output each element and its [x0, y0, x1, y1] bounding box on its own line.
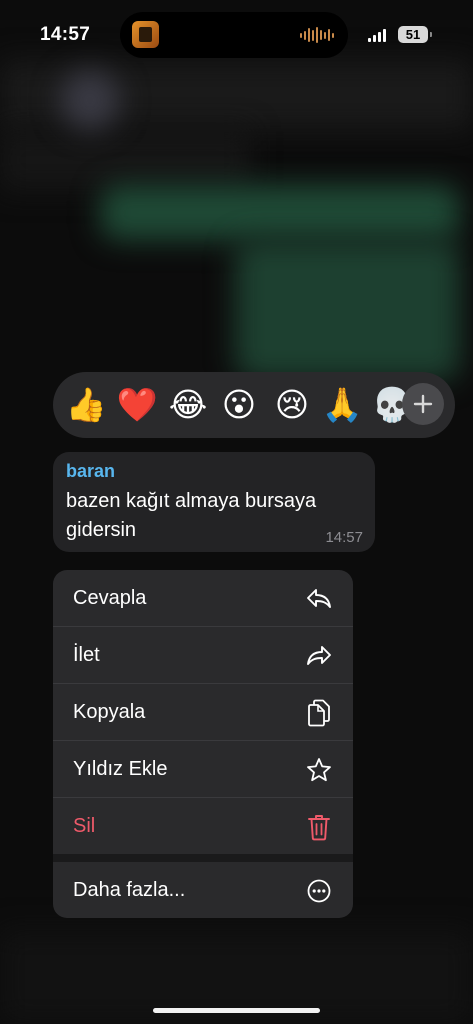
- now-playing-app-icon: [132, 21, 159, 48]
- menu-item-label: Sil: [73, 815, 96, 837]
- cellular-signal-icon: [368, 29, 386, 42]
- reaction-surprised[interactable]: 😮: [218, 386, 260, 424]
- context-menu: Cevapla İlet Kopyala Yıldız Ekle Sil Dah…: [53, 570, 353, 918]
- menu-item-delete[interactable]: Sil: [53, 798, 353, 855]
- menu-item-copy[interactable]: Kopyala: [53, 684, 353, 741]
- menu-item-label: Cevapla: [73, 587, 147, 609]
- status-bar: 14:57 51: [0, 0, 473, 70]
- reaction-heart[interactable]: ❤️: [116, 386, 158, 424]
- message-sender: baran: [66, 461, 116, 481]
- dynamic-island[interactable]: [120, 12, 348, 58]
- battery-icon: 51: [398, 26, 432, 43]
- reaction-crying[interactable]: 😢: [271, 386, 313, 424]
- more-reactions-button[interactable]: [402, 383, 444, 425]
- reaction-pray[interactable]: 🙏: [321, 386, 363, 424]
- menu-item-forward[interactable]: İlet: [53, 627, 353, 684]
- menu-item-star[interactable]: Yıldız Ekle: [53, 741, 353, 798]
- audio-waveform-icon: [300, 27, 334, 43]
- menu-item-label: İlet: [73, 644, 100, 666]
- trash-icon: [305, 813, 333, 841]
- home-indicator[interactable]: [153, 1008, 320, 1013]
- menu-item-more[interactable]: Daha fazla...: [53, 862, 353, 918]
- menu-item-reply[interactable]: Cevapla: [53, 570, 353, 627]
- menu-separator: [53, 854, 353, 862]
- copy-icon: [305, 699, 333, 727]
- reaction-laughing[interactable]: 😂: [167, 386, 209, 424]
- message-bubble[interactable]: baran bazen kağıt almaya bursaya gidersi…: [53, 452, 375, 552]
- plus-icon: [413, 394, 433, 414]
- menu-item-label: Kopyala: [73, 701, 146, 723]
- battery-level: 51: [405, 27, 421, 42]
- menu-item-label: Daha fazla...: [73, 879, 186, 901]
- forward-icon: [305, 642, 333, 670]
- status-time: 14:57: [40, 24, 91, 45]
- more-icon: [305, 877, 333, 905]
- menu-item-label: Yıldız Ekle: [73, 758, 168, 780]
- message-timestamp: 14:57: [325, 529, 363, 546]
- message-text: bazen kağıt almaya bursaya gidersin: [66, 490, 317, 541]
- reaction-thumbs-up[interactable]: 👍: [65, 386, 107, 424]
- reply-icon: [305, 585, 333, 613]
- star-icon: [305, 756, 333, 784]
- reaction-bar: 👍 ❤️ 😂 😮 😢 🙏 💀: [53, 372, 455, 438]
